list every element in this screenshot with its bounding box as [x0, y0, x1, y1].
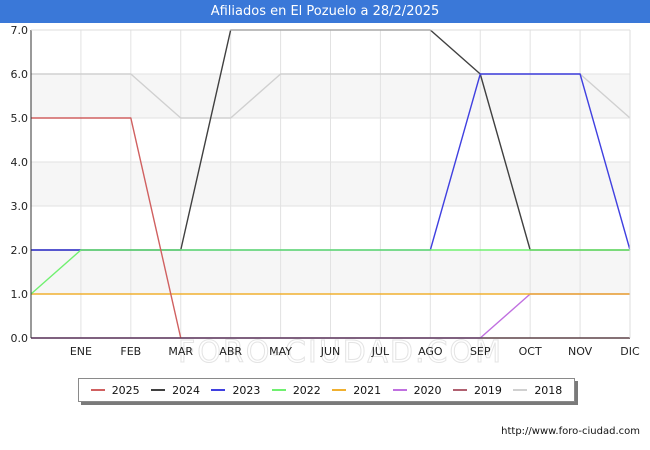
- legend-label: 2018: [534, 383, 563, 397]
- y-tick-label: 2.0: [11, 244, 29, 257]
- x-tick-label: NOV: [568, 345, 593, 358]
- x-tick-label: SEP: [470, 345, 491, 358]
- y-tick-label: 0.0: [11, 332, 29, 345]
- legend-item-2022: 2022: [271, 383, 321, 397]
- legend-swatch: [211, 389, 226, 391]
- legend-item-2019: 2019: [452, 383, 502, 397]
- legend-label: 2022: [292, 383, 321, 397]
- y-tick-label: 7.0: [11, 24, 29, 37]
- legend-swatch: [90, 389, 105, 391]
- legend-swatch: [332, 389, 347, 391]
- legend-item-2018: 2018: [513, 384, 562, 397]
- legend-label: 2019: [473, 383, 502, 397]
- legend-label: 2020: [413, 383, 442, 397]
- x-tick-label: DIC: [620, 345, 640, 358]
- y-tick-label: 6.0: [11, 68, 29, 81]
- legend-label: 2025: [111, 383, 140, 397]
- x-tick-label: ENE: [70, 345, 92, 358]
- x-tick-label: JUL: [371, 345, 390, 358]
- legend-item-2023: 2023: [211, 384, 260, 397]
- y-tick-label: 1.0: [11, 288, 29, 301]
- x-tick-label: MAY: [269, 345, 292, 358]
- y-tick-label: 3.0: [11, 200, 29, 213]
- y-tick-label: 4.0: [11, 156, 29, 169]
- legend-label: 2021: [353, 383, 382, 397]
- legend-item-2024: 2024: [151, 384, 200, 397]
- x-tick-label: OCT: [519, 345, 542, 358]
- x-tick-label: AGO: [418, 345, 443, 358]
- legend-label: 2023: [232, 383, 261, 397]
- x-tick-label: MAR: [168, 345, 193, 358]
- legend-swatch: [392, 389, 407, 391]
- legend-item-2025: 2025: [90, 383, 140, 397]
- legend-swatch: [151, 389, 166, 391]
- x-tick-label: ABR: [219, 345, 242, 358]
- x-tick-label: JUN: [320, 345, 341, 358]
- legend-label: 2024: [172, 383, 201, 397]
- x-tick-label: FEB: [120, 345, 141, 358]
- legend-item-2021: 2021: [332, 384, 381, 397]
- legend-swatch: [452, 389, 467, 391]
- legend-swatch: [513, 389, 528, 391]
- legend: 2025 2024 2023 2022 2021 2020 2019 2018: [78, 378, 575, 402]
- y-tick-label: 5.0: [11, 112, 29, 125]
- source-credit: http://www.foro-ciudad.com: [501, 426, 640, 437]
- legend-swatch: [271, 389, 286, 391]
- legend-item-2020: 2020: [392, 383, 442, 397]
